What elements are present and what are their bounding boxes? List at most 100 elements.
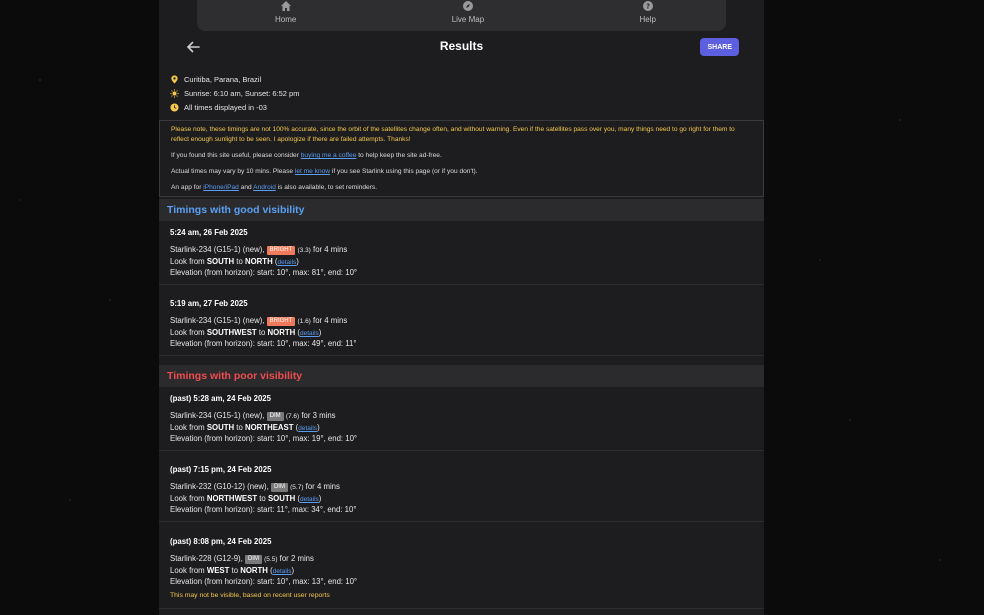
- pass-direction: Look from WEST to NORTH (details): [170, 566, 764, 578]
- help-icon: ?: [642, 1, 653, 11]
- timezone-text: All times displayed in -03: [184, 102, 267, 112]
- pass-satellite: Starlink-234 (G15-1) (new), BRIGHT (3.3)…: [170, 245, 764, 257]
- details-link[interactable]: details: [273, 568, 292, 575]
- direction-from: WEST: [206, 565, 230, 575]
- pass-time: (past) 7:15 pm, 24 Feb 2025: [170, 465, 272, 474]
- pass-time: 5:19 am, 27 Feb 2025: [170, 299, 248, 308]
- pass-satellite: Starlink-228 (G12-9), DIM (5.5) for 2 mi…: [170, 554, 764, 566]
- look-from-label: Look from: [170, 422, 207, 432]
- nav-help-label: Help: [639, 15, 656, 24]
- satellite-name: Starlink-232 (G10-12) (new),: [170, 482, 271, 491]
- nav-live-map[interactable]: Live Map: [452, 0, 484, 31]
- duration: for 4 mins: [310, 245, 348, 254]
- coffee-note: If you found this site useful, please co…: [171, 151, 752, 161]
- magnitude: (5.5): [264, 556, 278, 563]
- vary-post: if you see Starlink using this page (or …: [330, 168, 478, 175]
- home-icon: [280, 1, 291, 11]
- pass-direction: Look from SOUTH to NORTHEAST (details): [170, 423, 764, 435]
- page-title: Results: [439, 39, 484, 53]
- pass-satellite: Starlink-232 (G10-12) (new), DIM (5.7) f…: [170, 482, 764, 494]
- clock-icon: [170, 102, 179, 112]
- details-link[interactable]: details: [298, 425, 317, 432]
- accuracy-warning: Please note, these timings are not 100% …: [171, 126, 735, 143]
- map-pin-icon: [171, 74, 178, 84]
- nav-home[interactable]: Home: [275, 0, 296, 31]
- to-label: to: [229, 565, 241, 575]
- location-row: Curitiba, Parana, Brazil: [170, 72, 299, 86]
- paren-close: ): [318, 327, 322, 337]
- to-label: to: [234, 256, 245, 266]
- nav-home-label: Home: [275, 15, 297, 24]
- satellite-name: Starlink-234 (G15-1) (new),: [170, 316, 267, 325]
- disclaimer-box: Please note, these timings are not 100% …: [159, 120, 764, 197]
- pass-item: (past) 5:28 am, 24 Feb 2025 Starlink-234…: [159, 394, 764, 451]
- pass-item: 5:24 am, 26 Feb 2025 Starlink-234 (G15-1…: [159, 228, 764, 285]
- duration: for 4 mins: [303, 482, 340, 491]
- coffee-pre: If you found this site useful, please co…: [171, 152, 301, 159]
- duration: for 3 mins: [299, 411, 336, 420]
- paren-close: ): [296, 256, 299, 266]
- direction-from: SOUTH: [206, 422, 235, 432]
- ios-app-link[interactable]: iPhone/iPad: [203, 184, 239, 191]
- duration: for 2 mins: [277, 554, 314, 563]
- share-button[interactable]: SHARE: [700, 38, 739, 56]
- to-label: to: [234, 422, 245, 432]
- satellite-name: Starlink-228 (G12-9),: [170, 554, 245, 563]
- brightness-badge: DIM: [244, 555, 262, 564]
- satellite-name: Starlink-234 (G15-1) (new),: [170, 411, 267, 420]
- pass-direction: Look from SOUTHWEST to NORTH (details): [170, 328, 764, 340]
- coffee-post: to help keep the site ad-free.: [356, 152, 442, 159]
- duration: for 4 mins: [310, 316, 348, 325]
- visibility-warning: This may not be visible, based on recent…: [170, 591, 330, 599]
- sun-row: Sunrise: 6:10 am, Sunset: 6:52 pm: [170, 86, 299, 100]
- brightness-badge: BRIGHT: [266, 317, 296, 326]
- to-label: to: [256, 327, 268, 337]
- good-visibility-heading: Timings with good visibility: [159, 199, 764, 221]
- compass-icon: [462, 1, 473, 11]
- look-from-label: Look from: [170, 256, 207, 266]
- details-link[interactable]: details: [277, 259, 296, 266]
- pass-direction: Look from NORTHWEST to SOUTH (details): [170, 494, 764, 506]
- brightness-badge: DIM: [266, 412, 284, 421]
- details-link[interactable]: details: [300, 330, 319, 337]
- android-app-link[interactable]: Android: [253, 184, 276, 191]
- direction-to: SOUTH: [267, 493, 296, 503]
- pass-item: (past) 8:08 pm, 24 Feb 2025 Starlink-228…: [159, 537, 764, 609]
- pass-satellite: Starlink-234 (G15-1) (new), BRIGHT (1.6)…: [170, 316, 764, 328]
- pass-elevation: Elevation (from horizon): start: 11°, ma…: [170, 505, 357, 514]
- magnitude: (7.6): [285, 413, 300, 420]
- timezone-row: All times displayed in -03: [170, 100, 299, 114]
- location-info: Curitiba, Parana, Brazil Sunrise: 6:10 a…: [170, 72, 299, 114]
- pass-direction: Look from SOUTH to NORTH (details): [170, 257, 764, 269]
- direction-to: NORTH: [240, 565, 268, 575]
- poor-visibility-heading: Timings with poor visibility: [159, 365, 764, 387]
- to-label: to: [257, 493, 268, 503]
- pass-time: (past) 8:08 pm, 24 Feb 2025: [170, 537, 272, 546]
- direction-to: NORTHEAST: [244, 422, 294, 432]
- direction-to: NORTH: [267, 327, 296, 337]
- app-note: An app for iPhone/iPad and Android is al…: [171, 183, 752, 193]
- direction-from: NORTHWEST: [206, 493, 258, 503]
- paren-close: ): [318, 493, 322, 503]
- nav-live-map-label: Live Map: [451, 15, 485, 24]
- magnitude: (3.3): [297, 247, 311, 254]
- direction-from: SOUTH: [206, 256, 235, 266]
- app-and: and: [238, 184, 254, 191]
- feedback-link[interactable]: let me know: [295, 168, 330, 175]
- paren-close: ): [317, 422, 320, 432]
- top-nav: Home Live Map ? Help: [197, 0, 726, 31]
- pass-item: (past) 7:15 pm, 24 Feb 2025 Starlink-232…: [159, 465, 764, 522]
- nav-help[interactable]: ? Help: [640, 0, 656, 31]
- satellite-name: Starlink-234 (G15-1) (new),: [170, 245, 267, 254]
- pass-elevation: Elevation (from horizon): start: 10°, ma…: [170, 577, 358, 586]
- pass-elevation: Elevation (from horizon): start: 10°, ma…: [170, 339, 357, 348]
- pass-elevation: Elevation (from horizon): start: 10°, ma…: [170, 268, 358, 277]
- details-link[interactable]: details: [300, 496, 319, 503]
- pass-elevation: Elevation (from horizon): start: 10°, ma…: [170, 434, 358, 443]
- look-from-label: Look from: [170, 327, 207, 337]
- magnitude: (1.6): [297, 318, 311, 325]
- coffee-link[interactable]: buying me a coffee: [301, 152, 357, 159]
- pass-satellite: Starlink-234 (G15-1) (new), DIM (7.6) fo…: [170, 411, 764, 423]
- sun-times-text: Sunrise: 6:10 am, Sunset: 6:52 pm: [184, 88, 300, 98]
- page-header: Results SHARE: [159, 34, 764, 60]
